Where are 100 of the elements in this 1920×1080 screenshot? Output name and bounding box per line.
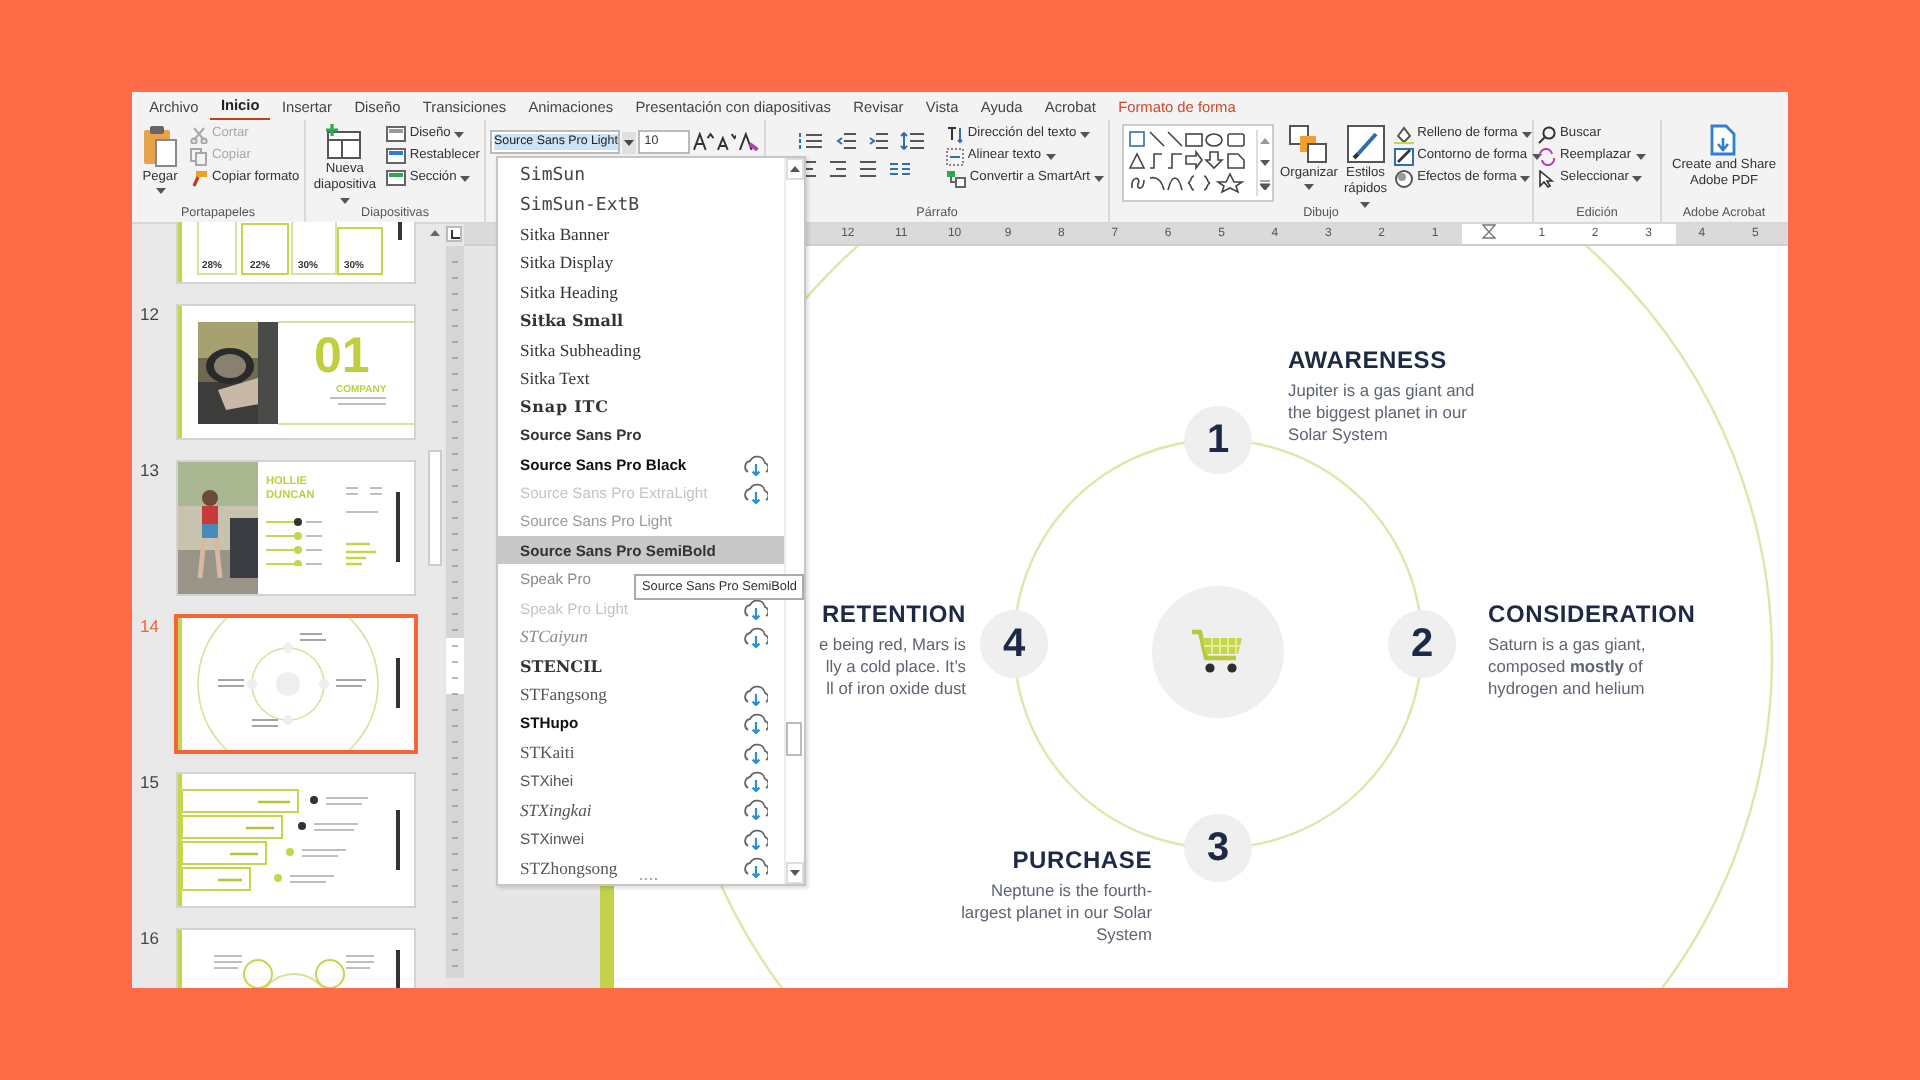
caret-icon [1045, 153, 1056, 159]
align-right-icon [828, 160, 848, 178]
decrease-indent-icon [836, 132, 858, 150]
more-icon [1260, 180, 1270, 190]
caret-icon [1094, 175, 1104, 181]
numbered-list-icon [798, 132, 826, 150]
paintbrush-icon [190, 169, 208, 187]
caret-icon [624, 139, 635, 145]
scroll-down-button[interactable] [1256, 152, 1272, 174]
cloud-download-icon [742, 798, 768, 821]
paint-bucket-icon [1393, 125, 1414, 143]
font-option[interactable]: SimSun [498, 162, 784, 191]
caret-icon [1080, 131, 1091, 137]
replace-icon [1538, 147, 1556, 165]
caret-icon [155, 188, 165, 194]
cloud-download-icon [742, 827, 768, 850]
scissors-icon [190, 125, 208, 143]
font-option[interactable]: Sitka Heading [498, 277, 784, 306]
cloud-download-icon [742, 625, 768, 648]
arrow-down-icon [1260, 160, 1270, 166]
font-option[interactable]: SimSun-ExtB [498, 190, 784, 220]
layout-icon [385, 170, 406, 186]
caret-icon [339, 198, 350, 204]
arrow-up-icon [790, 166, 800, 172]
stage-description: e being red, Mars is lly a cold place. It’s ll of iron oxide dust [818, 634, 966, 700]
cloud-download-icon [742, 683, 768, 706]
line-spacing-icon [900, 132, 928, 150]
columns-icon [888, 160, 916, 178]
font-option[interactable]: Sitka Small [498, 305, 784, 335]
cloud-download-icon [742, 741, 768, 763]
cloud-download-icon [742, 856, 768, 879]
caret-icon [460, 175, 471, 181]
caret-icon [1632, 175, 1643, 181]
font-option[interactable]: Snap ITC [498, 392, 784, 422]
cloud-download-icon [742, 481, 768, 504]
font-option[interactable]: Sitka Text [498, 363, 784, 393]
search-icon [1538, 125, 1556, 143]
layout-icon [385, 148, 406, 164]
arrow-up-icon [1260, 138, 1270, 144]
align-text-icon [945, 147, 964, 165]
resize-grip-icon[interactable] [638, 876, 662, 882]
layout-icon [385, 126, 406, 142]
shopping-cart-icon [1190, 628, 1246, 676]
stage-description: Neptune is the fourth- largest planet in our Solar System [961, 880, 1152, 946]
font-option[interactable]: STCaiyun [498, 622, 784, 652]
tab-stop-icon [449, 229, 459, 239]
indent-marker-icon[interactable] [1481, 224, 1496, 244]
dropdown-button[interactable] [622, 131, 637, 153]
text-direction-icon [945, 125, 964, 143]
stage-title: PURCHASE [1010, 846, 1152, 876]
grow-font-icon[interactable] [691, 132, 713, 152]
step-number: 3 [1184, 814, 1252, 882]
scroll-up-button[interactable] [786, 158, 804, 180]
font-option[interactable]: STXingkai [498, 795, 784, 824]
slide-number: 12 [138, 304, 161, 328]
shape-effects-icon [1393, 169, 1414, 187]
slide-number: 15 [138, 772, 161, 796]
stage-title: AWARENESS [1288, 346, 1449, 376]
font-option[interactable]: Sitka Banner [498, 219, 784, 249]
copy-icon [190, 147, 208, 165]
stage-description: Saturn is a gas giant, composed mostly of hydrogen and helium [1488, 634, 1648, 700]
pencil-outline-icon [1393, 147, 1414, 165]
font-option[interactable]: STENCIL [498, 651, 784, 681]
slide-number: 13 [138, 460, 161, 484]
caret-icon [1531, 153, 1542, 159]
scroll-down-button[interactable] [786, 862, 804, 884]
slide-number: 14 [138, 616, 161, 640]
clear-formatting-icon[interactable] [738, 132, 760, 152]
cloud-download-icon [742, 769, 768, 792]
smartart-icon [945, 169, 966, 187]
stage-title: CONSIDERATION [1488, 600, 1696, 630]
tab-stop-selector[interactable] [446, 226, 462, 242]
font-option[interactable]: STKaiti [498, 737, 784, 767]
cloud-download-icon [742, 453, 768, 476]
scrollbar-thumb[interactable] [427, 450, 441, 566]
stage-title: RETENTION [819, 600, 966, 630]
step-number: 2 [1388, 610, 1456, 678]
font-option[interactable]: Sitka Display [498, 248, 784, 278]
more-button[interactable] [1256, 174, 1272, 196]
arrow-down-icon [790, 870, 800, 876]
slide-number: 16 [138, 928, 161, 952]
arrow-up-icon [429, 230, 439, 236]
font-option[interactable]: STZhongsong [498, 852, 784, 882]
profile-details-drawing [266, 486, 402, 566]
caret-icon [1360, 202, 1371, 208]
caret-icon [1520, 175, 1531, 181]
caret-icon [1303, 184, 1314, 190]
scrollbar-thumb[interactable] [786, 722, 802, 756]
shrink-font-icon[interactable] [715, 132, 737, 152]
caret-icon [454, 131, 465, 137]
caret-icon [1521, 131, 1532, 137]
cursor-icon [1538, 169, 1556, 187]
font-option[interactable]: STFangsong [498, 680, 784, 709]
justify-icon [858, 160, 878, 178]
cloud-download-icon [742, 597, 768, 620]
slide-title: 01 [314, 330, 370, 382]
shape-gallery[interactable] [1122, 124, 1274, 202]
font-option[interactable]: Sitka Subheading [498, 334, 784, 364]
increase-indent-icon [868, 132, 890, 150]
stage-description: Jupiter is a gas giant and the biggest planet in our Solar System [1288, 380, 1475, 446]
